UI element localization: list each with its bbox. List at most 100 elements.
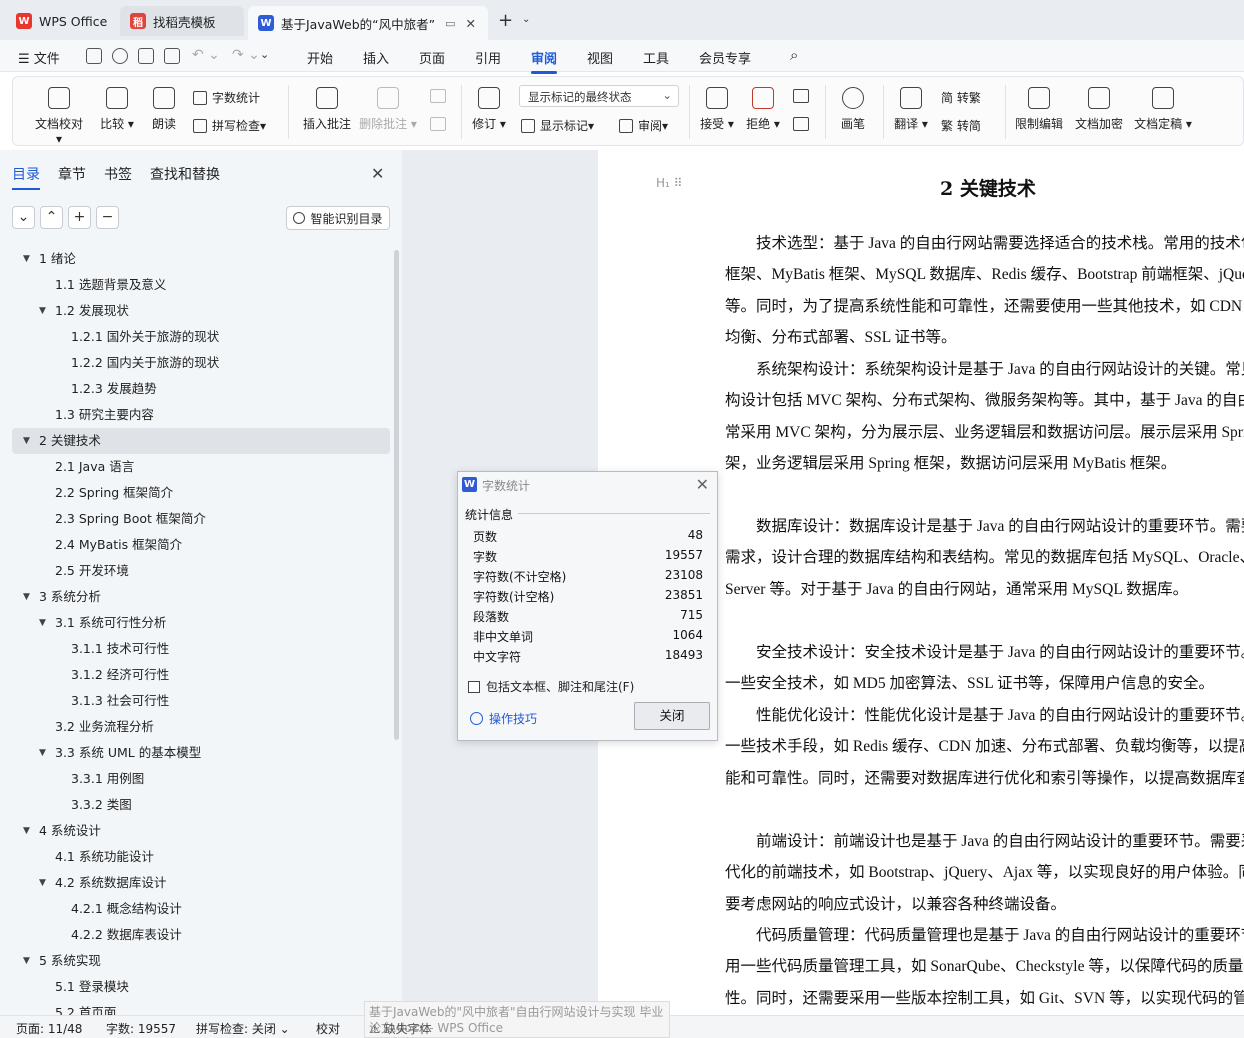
toc-item[interactable]: ▼ 3.1 系统可行性分析: [12, 610, 390, 636]
to-simplified-button[interactable]: 繁 转简: [941, 117, 981, 134]
menu-view[interactable]: 视图: [587, 48, 613, 67]
toc-item[interactable]: 2.4 MyBatis 框架简介: [12, 532, 390, 558]
prev-change-icon[interactable]: [793, 89, 809, 103]
redo-icon[interactable]: ↷ ⌄: [232, 47, 260, 63]
tab-wps-office[interactable]: W WPS Office: [6, 6, 117, 36]
toc-item[interactable]: 5.1 登录模块: [12, 974, 390, 1000]
heading-handle-icon[interactable]: H₁ ⠿: [656, 176, 682, 190]
print-icon[interactable]: [138, 48, 154, 64]
delete-comment-button[interactable]: 删除批注 ▾: [359, 87, 417, 132]
missing-font-indicator[interactable]: ⚠ 缺失字体: [369, 1021, 432, 1037]
menu-member[interactable]: 会员专享: [699, 48, 751, 67]
close-tab-icon[interactable]: ✕: [466, 16, 476, 31]
toc-item[interactable]: 3.1.3 社会可行性: [12, 688, 390, 714]
toc-item[interactable]: ▼ 3.3 系统 UML 的基本模型: [12, 740, 390, 766]
insert-comment-button[interactable]: 插入批注: [301, 87, 353, 132]
review-pane-button[interactable]: 审阅 ▾: [619, 117, 668, 134]
undo-icon[interactable]: ↶ ⌄: [192, 47, 220, 63]
next-change-icon[interactable]: [793, 117, 809, 131]
toc-item[interactable]: 4.1 系统功能设计: [12, 844, 390, 870]
toc-item[interactable]: 3.1.2 经济可行性: [12, 662, 390, 688]
toc-item[interactable]: ▼ 1 绪论: [12, 246, 390, 272]
checkbox-box[interactable]: [468, 680, 480, 693]
file-menu[interactable]: ☰ 文件: [18, 48, 60, 67]
toc-item[interactable]: 3.1.1 技术可行性: [12, 636, 390, 662]
to-traditional-button[interactable]: 简 转繁: [941, 89, 981, 106]
menu-home[interactable]: 开始: [307, 48, 333, 67]
toc-item[interactable]: 1.2.1 国外关于旅游的现状: [12, 324, 390, 350]
share-icon[interactable]: [112, 48, 128, 64]
toc-scrollbar[interactable]: [394, 250, 399, 740]
close-panel-icon[interactable]: ✕: [371, 164, 384, 183]
toc-item[interactable]: 1.2.2 国内关于旅游的现状: [12, 350, 390, 376]
toc-item[interactable]: 2.3 Spring Boot 框架简介: [12, 506, 390, 532]
add-heading-button[interactable]: +: [68, 206, 91, 229]
next-comment-icon[interactable]: [430, 117, 446, 131]
tab-templates[interactable]: 稻找稻壳模板: [120, 6, 244, 36]
search-icon[interactable]: ⌕: [790, 46, 798, 64]
menu-insert[interactable]: 插入: [363, 48, 389, 67]
expand-arrow-icon[interactable]: ▼: [39, 298, 46, 324]
include-textbox-checkbox[interactable]: 包括文本框、脚注和尾注(F): [468, 678, 634, 695]
proof-indicator[interactable]: 校对: [316, 1020, 340, 1037]
menu-page[interactable]: 页面: [419, 48, 445, 67]
expand-arrow-icon[interactable]: ▼: [23, 428, 30, 454]
revise-button[interactable]: 修订 ▾: [469, 87, 509, 132]
close-button[interactable]: 关闭: [634, 702, 710, 730]
page-indicator[interactable]: 页面: 11/48: [16, 1020, 82, 1037]
spell-check-indicator[interactable]: 拼写检查: 关闭 ⌄: [196, 1020, 290, 1037]
toc-item[interactable]: 3.3.2 类图: [12, 792, 390, 818]
prev-comment-icon[interactable]: [430, 89, 446, 103]
expand-arrow-icon[interactable]: ▼: [23, 818, 30, 844]
spell-check-button[interactable]: 拼写检查 ▾: [193, 117, 266, 134]
translate-button[interactable]: 翻译 ▾: [891, 87, 931, 132]
compare-button[interactable]: 比较 ▾: [97, 87, 137, 132]
pen-button[interactable]: 画笔: [833, 87, 873, 132]
encrypt-button[interactable]: 文档加密: [1073, 87, 1125, 132]
monitor-icon[interactable]: ▭: [445, 17, 455, 30]
collapse-all-button[interactable]: ⌄: [12, 206, 35, 229]
accept-button[interactable]: 接受 ▾: [697, 87, 737, 132]
expand-arrow-icon[interactable]: ▼: [39, 870, 46, 896]
word-count-button[interactable]: 字数统计: [193, 89, 260, 106]
toc-item[interactable]: ▼ 5 系统实现: [12, 948, 390, 974]
save-icon[interactable]: [86, 48, 102, 64]
more-icon[interactable]: ⌄: [260, 48, 269, 61]
toc-item[interactable]: 2.1 Java 语言: [12, 454, 390, 480]
print-preview-icon[interactable]: [164, 48, 180, 64]
menu-reference[interactable]: 引用: [475, 48, 501, 67]
menu-tools[interactable]: 工具: [643, 48, 669, 67]
toc-item[interactable]: 4.2.2 数据库表设计: [12, 922, 390, 948]
toc-item[interactable]: 1.2.3 发展趋势: [12, 376, 390, 402]
expand-up-button[interactable]: ⌃: [40, 206, 63, 229]
toc-item[interactable]: ▼ 4.2 系统数据库设计: [12, 870, 390, 896]
expand-arrow-icon[interactable]: ▼: [23, 584, 30, 610]
proofread-button[interactable]: 文档校对 ▾: [31, 87, 87, 146]
toc-item[interactable]: 4.2.1 概念结构设计: [12, 896, 390, 922]
tips-link[interactable]: 操作技巧: [470, 710, 537, 727]
tab-document[interactable]: W 基于JavaWeb的“风中旅者” ▭ ✕: [248, 6, 488, 40]
reject-button[interactable]: 拒绝 ▾: [743, 87, 783, 132]
menu-review[interactable]: 审阅: [531, 48, 558, 74]
restrict-editing-button[interactable]: 限制编辑: [1013, 87, 1065, 132]
nav-tab-sections[interactable]: 章节: [58, 164, 86, 184]
toc-item[interactable]: 1.3 研究主要内容: [12, 402, 390, 428]
finalize-button[interactable]: 文档定稿 ▾: [1133, 87, 1193, 132]
nav-tab-bookmarks[interactable]: 书签: [104, 164, 132, 184]
read-aloud-button[interactable]: 朗读: [147, 87, 181, 132]
smart-toc-button[interactable]: 智能识别目录: [286, 206, 390, 230]
chevron-down-icon[interactable]: ⌄: [522, 14, 530, 25]
word-count-indicator[interactable]: 字数: 19557: [106, 1020, 176, 1037]
remove-heading-button[interactable]: −: [96, 206, 119, 229]
nav-tab-find-replace[interactable]: 查找和替换: [150, 164, 220, 184]
toc-item[interactable]: 2.5 开发环境: [12, 558, 390, 584]
markup-state-select[interactable]: 显示标记的最终状态 ⌄: [519, 85, 679, 107]
expand-arrow-icon[interactable]: ▼: [23, 246, 30, 272]
toc-item[interactable]: 2.2 Spring 框架简介: [12, 480, 390, 506]
toc-item[interactable]: 3.2 业务流程分析: [12, 714, 390, 740]
expand-arrow-icon[interactable]: ▼: [39, 610, 46, 636]
toc-item[interactable]: 1.1 选题背景及意义: [12, 272, 390, 298]
toc-item[interactable]: ▼ 3 系统分析: [12, 584, 390, 610]
expand-arrow-icon[interactable]: ▼: [23, 948, 30, 974]
toc-item[interactable]: ▼ 1.2 发展现状: [12, 298, 390, 324]
